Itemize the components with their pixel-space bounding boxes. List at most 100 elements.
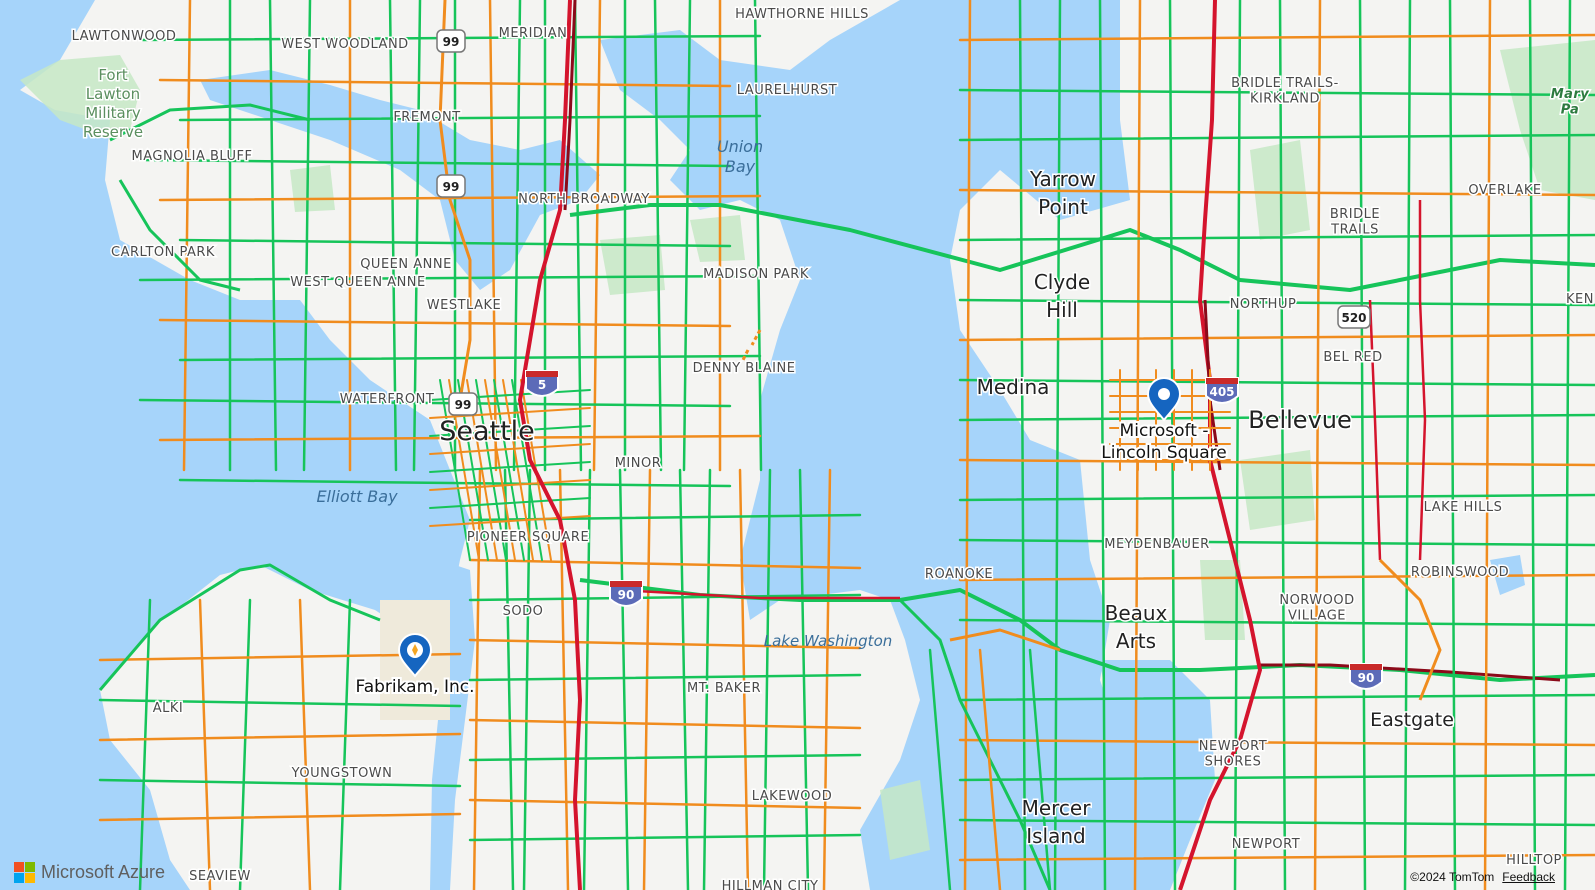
compass-pin-icon[interactable] (397, 633, 433, 678)
park-label-fort-lawton: Fort Lawton Military Reserve (83, 66, 143, 141)
route-shield-520-icon: 520 (1337, 305, 1371, 329)
water-label-elliott-bay: Elliott Bay (316, 487, 398, 506)
shield-number: 90 (618, 588, 635, 602)
neighborhood-label-line: SEAVIEW (189, 869, 251, 884)
neighborhood-label-line: MEYDENBAUER (1104, 537, 1209, 552)
place-label-yarrow-point-line: Yarrow (1029, 167, 1096, 191)
water-label-lake-washington-line: Lake Washington (764, 632, 893, 650)
water-label-union-bay-line: Bay (725, 157, 756, 176)
marker-label-line: Lincoln Square (1101, 443, 1226, 463)
neighborhood-label: NEWPORT (1232, 837, 1300, 852)
neighborhood-label-line: NEWPORT (1199, 739, 1267, 754)
neighborhood-label-line: DENNY BLAINE (693, 361, 796, 376)
neighborhood-label: HAWTHORNE HILLS (735, 7, 869, 22)
neighborhood-label: WEST QUEEN ANNE (290, 275, 425, 290)
neighborhood-label: NEWPORT SHORES (1199, 739, 1267, 770)
place-label-mercer-island-line: Mercer (1022, 796, 1092, 820)
route-shield-99-icon: 99 (436, 29, 466, 53)
neighborhood-label-line: LAWTONWOOD (72, 29, 177, 44)
shield-number: 90 (1358, 671, 1375, 685)
neighborhood-label: ROBINSWOOD (1411, 565, 1509, 580)
route-shield-90-icon: 90 (609, 580, 643, 607)
place-label-bellevue-line: Bellevue (1248, 406, 1352, 434)
water-label-lake-washington: Lake Washington (764, 632, 893, 650)
interstate-shield-top (526, 371, 558, 377)
neighborhood-label-line: NORTHUP (1230, 297, 1297, 312)
neighborhood-label: BRIDLE TRAILS (1330, 207, 1380, 238)
park-label-fort-lawton-line: Military (85, 104, 141, 122)
neighborhood-label-line: MAGNOLIA BLUFF (132, 149, 253, 164)
neighborhood-label: YOUNGSTOWN (291, 766, 393, 781)
neighborhood-label-line: Mary (1551, 87, 1590, 102)
shield-number: 5 (538, 378, 546, 392)
place-label-medina-line: Medina (977, 375, 1050, 399)
neighborhood-label-line: PIONEER SQUARE (467, 530, 589, 545)
neighborhood-label: BEL RED (1323, 350, 1382, 365)
place-label-clyde-hill-line: Clyde (1034, 270, 1090, 294)
neighborhood-label: MEYDENBAUER (1104, 537, 1209, 552)
water-label-union-bay: Union Bay (717, 137, 763, 176)
interstate-shield-top (1206, 378, 1238, 384)
neighborhood-label: ROANOKE (925, 567, 993, 582)
neighborhood-label-line: FREMONT (393, 110, 460, 125)
place-label-medina: Medina (977, 375, 1050, 399)
route-shield-99-icon: 99 (448, 392, 478, 416)
logo-square-red (14, 862, 24, 872)
place-label-mercer-island-line: Island (1026, 824, 1086, 848)
interstate-shield-top (1350, 664, 1382, 670)
neighborhood-label-line: ROBINSWOOD (1411, 565, 1509, 580)
place-label-bellevue: Bellevue (1248, 406, 1352, 434)
neighborhood-label-line: SODO (503, 604, 544, 619)
neighborhood-label-line: LAKEWOOD (752, 789, 833, 804)
neighborhood-label-line: MERIDIAN (499, 26, 568, 41)
neighborhood-label: HILLMAN CITY (722, 879, 819, 890)
interstate-shield-top (610, 581, 642, 587)
shield-number: 405 (1209, 385, 1234, 399)
map-label-layer: Seattle Bellevue Eastgate Medina Clyde Hill Ya… (70, 6, 1595, 890)
neighborhood-label: OVERLAKE (1468, 183, 1541, 198)
feedback-link[interactable]: Feedback (1502, 870, 1555, 884)
neighborhood-label-line: HAWTHORNE HILLS (735, 7, 869, 22)
map-canvas[interactable]: Seattle Bellevue Eastgate Medina Clyde Hill Ya… (0, 0, 1595, 890)
neighborhood-label: MT. BAKER (687, 681, 761, 696)
neighborhood-label: NORWOOD VILLAGE (1279, 593, 1354, 624)
neighborhood-label: ALKI (153, 701, 184, 716)
neighborhood-label: CARLTON PARK (111, 245, 215, 260)
park-label-fort-lawton-line: Reserve (83, 123, 143, 141)
neighborhood-label: MERIDIAN (499, 26, 568, 41)
place-label-clyde-hill-line: Hill (1046, 298, 1078, 322)
neighborhood-label-line: WATERFRONT (340, 392, 435, 407)
neighborhood-label-line: BEL RED (1323, 350, 1382, 365)
marker-label: Microsoft -Lincoln Square (1101, 421, 1226, 463)
neighborhood-label-line: HILLTOP (1506, 853, 1562, 868)
neighborhood-label-line: WEST QUEEN ANNE (290, 275, 425, 290)
place-label-beaux-arts-line: Beaux (1105, 601, 1168, 625)
neighborhood-label-line: LAURELHURST (737, 83, 837, 98)
place-label-mercer-island: Mercer Island (1022, 796, 1092, 848)
neighborhood-label: HILLTOP (1506, 853, 1562, 868)
neighborhood-label-line: LAKE HILLS (1424, 500, 1503, 515)
park-label-fort-lawton-line: Fort (98, 66, 127, 84)
neighborhood-label: SEAVIEW (189, 869, 251, 884)
neighborhood-label: LAURELHURST (737, 83, 837, 98)
neighborhood-label-line: MADISON PARK (703, 267, 809, 282)
logo-square-yellow (25, 873, 35, 883)
place-label-clyde-hill: Clyde Hill (1034, 270, 1090, 322)
place-label-eastgate: Eastgate (1370, 709, 1454, 731)
neighborhood-label-line: KEN (1566, 292, 1594, 307)
neighborhood-label: QUEEN ANNE (360, 257, 452, 272)
place-label-beaux-arts-line: Arts (1116, 629, 1156, 653)
neighborhood-label: BRIDLE TRAILS-KIRKLAND (1231, 76, 1339, 107)
place-label-eastgate-line: Eastgate (1370, 709, 1454, 731)
circle-pin-icon[interactable] (1146, 377, 1182, 422)
neighborhood-label: MINOR (615, 456, 662, 471)
neighborhood-label: MADISON PARK (703, 267, 809, 282)
neighborhood-label: WESTLAKE (427, 298, 501, 313)
neighborhood-label: MAGNOLIA BLUFF (132, 149, 253, 164)
neighborhood-label-line: WESTLAKE (427, 298, 501, 313)
neighborhood-label: NORTHUP (1230, 297, 1297, 312)
route-shield-405-icon: 405 (1205, 377, 1239, 404)
route-shield-90-icon: 90 (1349, 663, 1383, 690)
neighborhood-label-line: SHORES (1205, 755, 1262, 770)
attribution: ©2024 TomTom Feedback (1410, 870, 1555, 884)
